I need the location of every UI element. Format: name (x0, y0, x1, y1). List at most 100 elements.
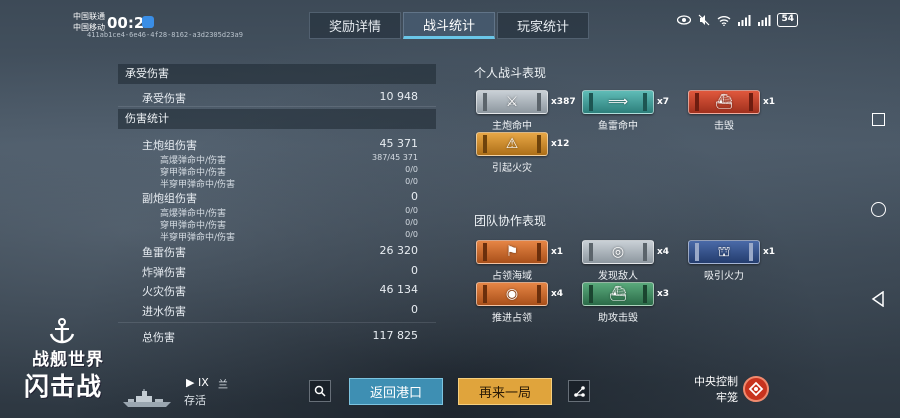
map-mode: 中央控制 (694, 375, 738, 388)
ribbon-badge: ⛫ (688, 240, 760, 264)
ribbon-fire[interactable]: ⚠ 引起火灾 x12 (476, 132, 572, 176)
ribbon-label: 发现敌人 (598, 271, 638, 282)
ribbon-badge: ⟹ (582, 90, 654, 114)
ribbon-torpedo[interactable]: ⟹ 鱼雷命中 x7 (582, 90, 678, 134)
fire-row: 火灾伤害 46 134 (118, 283, 419, 298)
ribbon-badge: ⛴ (582, 282, 654, 306)
square-icon (871, 112, 885, 126)
main-battery-label: 主炮组伤害 (142, 139, 197, 152)
total-row: 总伤害 117 825 (118, 329, 418, 344)
team-title: 团队协作表现 (474, 214, 547, 228)
play-again-button[interactable]: 再来一局 (458, 378, 552, 405)
crossed-guns-icon: ⚔ (505, 94, 519, 110)
torpedo-label: 鱼雷伤害 (142, 246, 186, 259)
carrier-info: 中国联通 中国移动 (73, 11, 105, 33)
mode-badge-icon (743, 376, 769, 402)
ribbon-main-battery[interactable]: ⚔ 主炮命中 x387 (476, 90, 576, 134)
main-battery-value: 45 371 (379, 137, 419, 150)
divider (118, 322, 436, 323)
ribbon-label: 吸引火力 (704, 271, 744, 282)
divider (118, 106, 436, 107)
nation-flag-icon: 兰 (218, 380, 228, 391)
map-info: 中央控制 牢笼 (690, 374, 738, 406)
circle-icon (870, 201, 886, 217)
ribbon-badge: ⚑ (476, 240, 548, 264)
ribbon-label: 占领海域 (492, 271, 532, 282)
ribbon-tanked[interactable]: ⛫ 吸引火力 x1 (688, 240, 784, 284)
ribbon-count: x1 (551, 247, 564, 257)
recent-apps-button[interactable] (870, 111, 886, 127)
tier-value: IX (197, 376, 209, 389)
flooding-label: 进水伤害 (142, 305, 186, 318)
main-ap-value: 0/0 (405, 165, 418, 174)
damage-stats-header: 伤害统计 (118, 109, 436, 129)
ribbon-label: 推进占领 (492, 313, 532, 324)
tab-bar: 奖励详情 战斗统计 玩家统计 (309, 12, 589, 39)
ship-status: 存活 (184, 394, 206, 407)
ribbon-capture[interactable]: ⚑ 占领海域 x1 (476, 240, 572, 284)
ribbon-count: x3 (657, 289, 670, 299)
ribbon-spotted[interactable]: ◎ 发现敌人 x4 (582, 240, 678, 284)
damage-received-label: 承受伤害 (142, 92, 186, 105)
torpedo-icon: ⟹ (607, 94, 629, 110)
tab-reward-details[interactable]: 奖励详情 (309, 12, 401, 39)
ribbon-badge: ◉ (476, 282, 548, 306)
ribbon-label: 击毁 (714, 121, 734, 132)
sinking-ship-icon: ⛴ (715, 94, 733, 110)
ribbon-label: 引起火灾 (492, 163, 532, 174)
ribbons-panel: 个人战斗表现 ⚔ 主炮命中 x387 ⟹ 鱼雷命中 x7 ⛴ 击毁 x1 ⚠ 引… (474, 62, 804, 352)
wifi-icon (717, 13, 731, 27)
carrier-line1: 中国联通 (73, 12, 105, 21)
secondary-he-row: 高爆弹命中/伤害 0/0 (118, 206, 418, 219)
anchor-icon (49, 318, 75, 344)
secondary-value: 0 (411, 190, 418, 203)
secondary-sap-value: 0/0 (405, 230, 418, 239)
secondary-ap-value: 0/0 (405, 218, 418, 227)
battery-indicator: 54 (777, 13, 798, 27)
ribbon-count: x1 (763, 97, 776, 107)
eye-icon (677, 13, 692, 27)
back-triangle-icon (871, 291, 884, 307)
splash-icon: ⛫ (717, 244, 731, 260)
back-button[interactable] (870, 291, 886, 307)
session-id: 411ab1ce4-6e46-4f28-8162-a3d2305d23a9 (87, 31, 243, 39)
fire-value: 46 134 (379, 283, 419, 296)
fire-label: 火灾伤害 (142, 285, 186, 298)
ribbon-destroyed[interactable]: ⛴ 击毁 x1 (688, 90, 784, 134)
mute-icon (697, 13, 711, 27)
ribbon-count: x4 (657, 247, 670, 257)
secondary-he-value: 0/0 (405, 206, 418, 215)
share-icon (573, 385, 585, 397)
search-button[interactable] (309, 380, 331, 402)
radar-icon: ◎ (611, 244, 625, 260)
main-he-value: 387/45 371 (372, 153, 418, 162)
ribbon-label: 助攻击毁 (598, 313, 638, 324)
ship-icon (123, 389, 171, 407)
main-battery-row: 主炮组伤害 45 371 (118, 137, 419, 152)
ribbon-badge: ⛴ (688, 90, 760, 114)
main-sap-value: 0/0 (405, 177, 418, 186)
assist-kill-icon: ⛴ (609, 286, 627, 302)
main-sap-label: 半穿甲弹命中/伤害 (160, 180, 236, 190)
secondary-label: 副炮组伤害 (142, 192, 197, 205)
ribbon-badge: ⚠ (476, 132, 548, 156)
return-to-port-button[interactable]: 返回港口 (349, 378, 443, 405)
capture-icon: ◉ (505, 286, 519, 302)
secondary-sap-row: 半穿甲弹命中/伤害 0/0 (118, 230, 418, 243)
tab-player-stats[interactable]: 玩家统计 (497, 12, 589, 39)
ribbon-count: x387 (551, 97, 576, 107)
flag-icon: ⚑ (505, 244, 519, 260)
ribbon-count: x12 (551, 139, 570, 149)
damage-received-value: 10 948 (379, 90, 419, 103)
home-button[interactable] (870, 201, 886, 217)
share-button[interactable] (568, 380, 590, 402)
tab-battle-stats[interactable]: 战斗统计 (403, 12, 495, 39)
ribbon-label: 鱼雷命中 (598, 121, 638, 132)
ribbon-assist-kill[interactable]: ⛴ 助攻击毁 x3 (582, 282, 678, 326)
ribbon-badge: ◎ (582, 240, 654, 264)
main-he-row: 高爆弹命中/伤害 387/45 371 (118, 153, 418, 166)
total-label: 总伤害 (142, 331, 175, 344)
secondary-sap-label: 半穿甲弹命中/伤害 (160, 233, 236, 243)
personal-title: 个人战斗表现 (474, 66, 547, 80)
ribbon-capture-assist[interactable]: ◉ 推进占领 x4 (476, 282, 572, 326)
